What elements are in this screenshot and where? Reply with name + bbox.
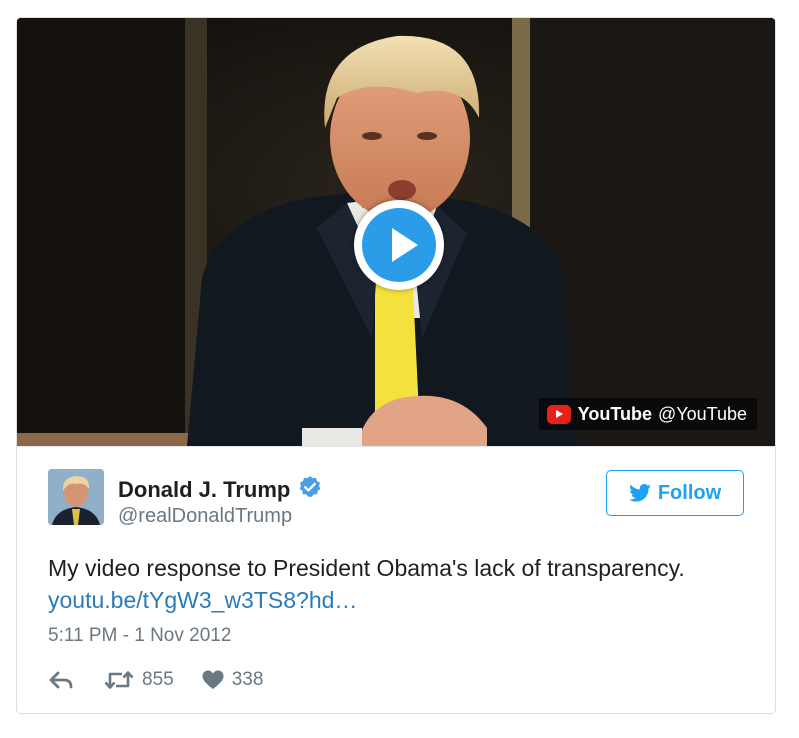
provider-name: YouTube <box>577 403 652 424</box>
youtube-attribution[interactable]: YouTube @YouTube <box>538 398 757 430</box>
provider-handle: @YouTube <box>657 403 747 424</box>
tweet-text-body: My video response to President Obama's l… <box>48 555 685 581</box>
screen-name[interactable]: @realDonaldTrump <box>118 505 292 528</box>
retweet-icon <box>104 671 134 689</box>
like-button[interactable]: 338 <box>202 669 264 691</box>
retweet-button[interactable]: 855 <box>104 669 174 691</box>
reply-icon <box>49 671 73 689</box>
user-name[interactable]: Donald J. Trump <box>118 475 322 503</box>
timestamp[interactable]: 5:11 PM - 1 Nov 2012 <box>48 625 231 647</box>
heart-icon <box>202 670 224 689</box>
embedded-tweet-card: YouTube @YouTube Donald J. Trump @realDo… <box>16 17 776 714</box>
follow-button[interactable]: Follow <box>606 470 744 516</box>
youtube-icon <box>546 404 571 424</box>
verified-badge-icon <box>299 476 321 497</box>
reply-button[interactable] <box>48 670 74 690</box>
retweet-count: 855 <box>142 669 174 690</box>
video-thumbnail[interactable]: YouTube @YouTube <box>17 18 775 446</box>
play-icon <box>362 208 436 282</box>
follow-label: Follow <box>657 481 722 504</box>
avatar-image <box>48 469 104 525</box>
play-button[interactable] <box>354 200 444 290</box>
tweet-body: Donald J. Trump @realDonaldTrump Follow … <box>17 446 775 713</box>
user-name-text: Donald J. Trump <box>118 477 291 502</box>
tweet-text: My video response to President Obama's l… <box>48 552 748 616</box>
avatar[interactable] <box>48 469 104 525</box>
tweet-actions: 855 338 <box>48 667 263 693</box>
tweet-link[interactable]: youtu.be/tYgW3_w3TS8?hd… <box>48 587 357 613</box>
like-count: 338 <box>231 669 264 690</box>
twitter-bird-icon <box>629 484 651 502</box>
